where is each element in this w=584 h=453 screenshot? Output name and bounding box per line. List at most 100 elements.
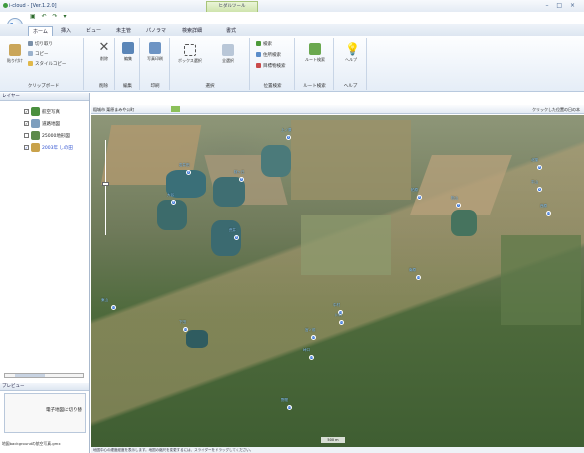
lightbulb-icon: 💡	[345, 42, 360, 56]
cut-button[interactable]: 切り取り	[28, 41, 53, 47]
preview-text: 電子地図に切り替	[46, 408, 82, 413]
paste-button[interactable]: 貼り付け	[6, 44, 24, 64]
layer-checkbox[interactable]: ✓	[24, 145, 29, 150]
format-copy-button[interactable]: スタイルコピー	[28, 61, 66, 67]
map-marker[interactable]: 11	[416, 275, 421, 280]
title-bar: i-cloud - [Ver.1.2.0] – □ ×	[0, 0, 584, 12]
marker-label: 峠口	[303, 348, 310, 352]
edit-button[interactable]: 編集	[119, 42, 137, 62]
map-marker[interactable]: 18	[287, 405, 292, 410]
tab-view[interactable]: ビュー	[82, 26, 105, 36]
map-marker[interactable]: 4	[171, 200, 176, 205]
marker-label: 上ノ原	[281, 128, 292, 132]
group-help: 💡 ヘルプ ヘルプ	[335, 38, 367, 90]
marker-label: 下田	[179, 320, 186, 324]
marker-label: 西原	[540, 204, 547, 208]
tab-home[interactable]: ホーム	[28, 26, 53, 36]
group-location-search: 検索 住所検索 目標物検索 位置検索	[251, 38, 295, 90]
map-marker[interactable]: 17	[339, 320, 344, 325]
map-marker[interactable]: 10	[546, 211, 551, 216]
map-marker[interactable]: 8	[537, 165, 542, 170]
map-nav-icon[interactable]	[171, 106, 180, 112]
map-marker[interactable]: 14	[183, 327, 188, 332]
group-label-delete: 削除	[99, 84, 108, 89]
landmark-icon	[256, 63, 261, 68]
tab-format[interactable]: 書式	[222, 26, 240, 36]
address-search-button[interactable]: 住所検索	[256, 52, 281, 58]
select-all-icon	[222, 44, 234, 56]
layer-checkbox[interactable]	[24, 133, 29, 138]
map-breadcrumb: 稲城市 栗原まみや公町	[93, 107, 135, 112]
group-label-route-search: ルート検索	[303, 84, 326, 89]
zoom-track	[105, 140, 106, 235]
group-clipboard: 貼り付け 切り取り コピー スタイルコピー クリップボード	[4, 38, 84, 90]
route-search-button[interactable]: ルート検索	[300, 43, 330, 63]
map-marker[interactable]: 6	[417, 195, 422, 200]
marker-label: 柏原	[411, 188, 418, 192]
layer-icon	[31, 143, 40, 152]
map-marker[interactable]: 5	[234, 235, 239, 240]
delete-button[interactable]: ✕ 削除	[95, 40, 113, 62]
zoom-thumb[interactable]	[102, 182, 109, 186]
marker-label: 北窪	[531, 158, 538, 162]
status-bar: 地図中心の緯度経度を表示します。地図の縮尺を変更するには、スライダーをドラッグし…	[91, 447, 584, 453]
aerial-map[interactable]: 500 m 1 上ノ原 2 岩井田 3 桜ヶ丘 4 大谷 5 荒井 6 柏原 7…	[91, 115, 584, 447]
preview-panel: 電子地図に切り替	[4, 393, 86, 433]
map-toolbar: 稲城市 栗原まみや公町 クリックした位置の日の本	[91, 105, 584, 114]
marker-label: 岩井田	[179, 163, 190, 167]
map-marker[interactable]: 2	[186, 170, 191, 175]
marker-label: 大谷	[167, 193, 174, 197]
address-icon	[256, 52, 261, 57]
group-label-clipboard: クリップボード	[27, 84, 60, 89]
quick-access-toolbar[interactable]: ▣ ↶ ↷ ▾	[30, 13, 68, 20]
layer-item-2003[interactable]: ✓ 2003年 しの田	[24, 143, 73, 152]
box-select-icon	[184, 44, 196, 56]
layer-icon	[31, 119, 40, 128]
select-all-button[interactable]: 全選択	[211, 44, 245, 64]
tab-unmanaged[interactable]: 未主管	[112, 26, 135, 36]
layer-checkbox[interactable]: ✓	[24, 109, 29, 114]
preview-header: プレビュー	[0, 383, 89, 391]
paste-icon	[9, 44, 21, 56]
horizontal-scrollbar[interactable]	[4, 373, 84, 378]
group-route-search: ルート検索 ルート検索	[296, 38, 334, 90]
group-label-select: 選択	[205, 84, 215, 89]
scissors-icon	[28, 41, 33, 46]
tab-panorama[interactable]: パノラマ	[142, 26, 170, 36]
search-button[interactable]: 検索	[256, 41, 272, 47]
zoom-slider[interactable]	[102, 140, 109, 235]
marker-label: 桜ヶ丘	[234, 170, 245, 174]
layer-item-topo[interactable]: 25000地形図	[24, 131, 70, 140]
map-pond	[186, 330, 208, 348]
help-button[interactable]: 💡 ヘルプ	[339, 43, 363, 63]
photo-print-button[interactable]: 写真印刷	[144, 42, 166, 62]
map-marker[interactable]: 3	[239, 177, 244, 182]
map-field	[410, 155, 512, 215]
map-field	[291, 120, 411, 200]
landmark-search-button[interactable]: 目標物検索	[256, 63, 286, 69]
group-print: 写真印刷 印刷	[141, 38, 170, 90]
map-marker[interactable]: 13	[111, 305, 116, 310]
layer-item-road[interactable]: ✓ 道路地図	[24, 119, 60, 128]
box-select-button[interactable]: ボックス選択	[173, 44, 207, 64]
tab-insert[interactable]: 挿入	[57, 26, 75, 36]
brush-icon	[28, 61, 33, 66]
layer-checkbox[interactable]: ✓	[24, 121, 29, 126]
map-marker[interactable]: 15	[311, 335, 316, 340]
marker-label: 宮ノ前	[305, 328, 316, 332]
layers-header: レイヤー	[0, 93, 89, 101]
tab-search-detail[interactable]: 検索詳細	[178, 26, 206, 36]
scrollbar-thumb[interactable]	[15, 374, 45, 377]
marker-label: 南原	[409, 268, 416, 272]
delete-x-icon: ✕	[98, 40, 110, 55]
map-marker[interactable]: 1	[286, 135, 291, 140]
layer-item-aerial[interactable]: ✓ 航空写真	[24, 107, 60, 116]
map-marker[interactable]: 16	[309, 355, 314, 360]
map-marker[interactable]: 9	[537, 187, 542, 192]
window-controls[interactable]: – □ ×	[545, 2, 578, 9]
app-icon	[3, 3, 8, 8]
map-marker[interactable]: 7	[456, 203, 461, 208]
map-field	[301, 215, 391, 275]
copy-button[interactable]: コピー	[28, 51, 49, 57]
marker-label: 東山	[101, 298, 108, 302]
